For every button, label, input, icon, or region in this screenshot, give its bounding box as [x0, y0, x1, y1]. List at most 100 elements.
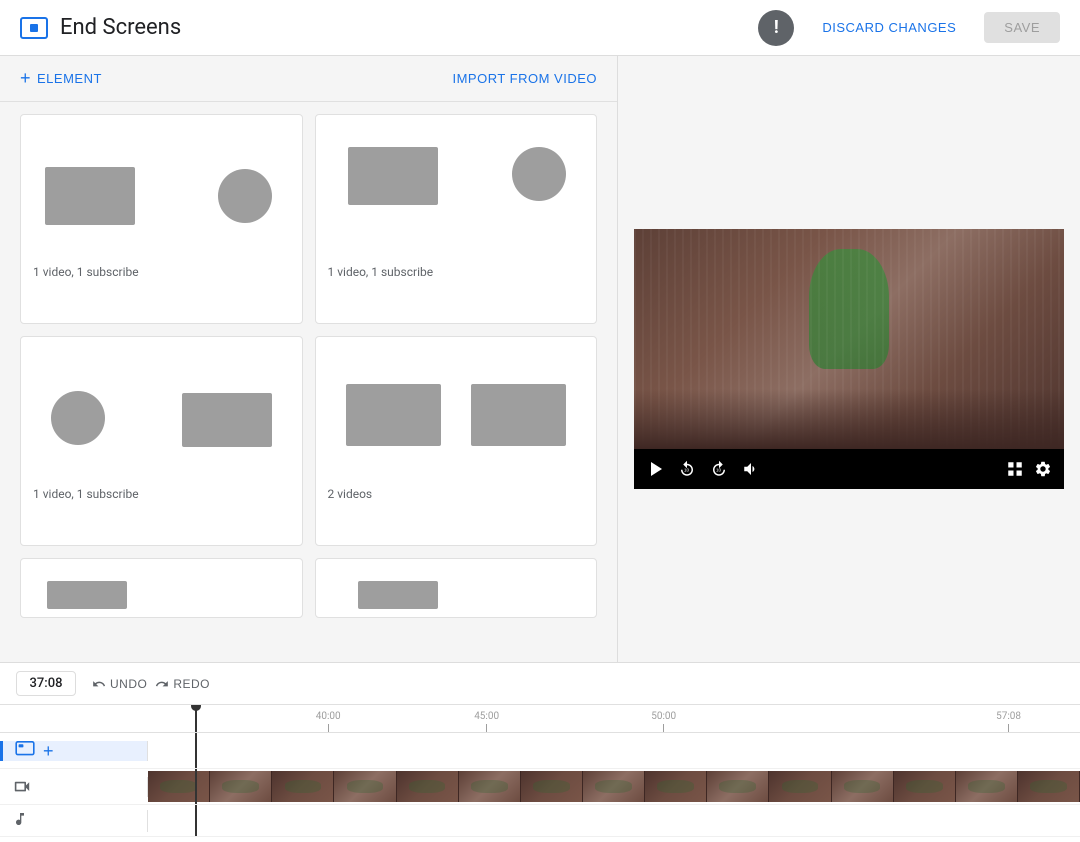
ruler-marks: 40:00 45:00 50:00 57:08	[148, 705, 1080, 732]
ruler-mark-3: 50:00	[651, 711, 676, 732]
ruler-mark-4: 57:08	[996, 711, 1021, 732]
header-right: ! DISCARD CHANGES SAVE	[758, 10, 1060, 46]
template-label-3: 1 video, 1 subscribe	[33, 487, 290, 501]
film-frame-1	[148, 771, 210, 802]
end-screen-track: +	[0, 733, 1080, 769]
audio-track	[0, 805, 1080, 837]
end-screen-track-header: +	[0, 741, 148, 761]
end-screen-add-button[interactable]: +	[43, 742, 54, 760]
film-frame-12	[832, 771, 894, 802]
svg-text:10: 10	[716, 467, 722, 472]
template-shape	[47, 581, 127, 609]
film-frame-3	[272, 771, 334, 802]
main-area: + ELEMENT IMPORT FROM VIDEO 1 video, 1 s…	[0, 56, 1080, 662]
add-element-button[interactable]: + ELEMENT	[20, 68, 102, 89]
volume-button[interactable]	[740, 458, 762, 480]
video-player: 10 10	[634, 229, 1064, 489]
film-frame-4	[334, 771, 396, 802]
audio-track-header	[0, 810, 148, 832]
template-preview-3	[33, 349, 290, 479]
film-frame-7	[521, 771, 583, 802]
import-from-video-button[interactable]: IMPORT FROM VIDEO	[452, 71, 597, 86]
film-frame-15	[1018, 771, 1080, 802]
timeline-section: 37:08 UNDO REDO 40:00 45:00	[0, 662, 1080, 842]
right-panel: 10 10	[618, 56, 1080, 662]
alert-icon: !	[758, 10, 794, 46]
video-controls: 10 10	[634, 449, 1064, 489]
film-frame-6	[459, 771, 521, 802]
ruler-mark-1: 40:00	[316, 711, 341, 732]
end-screens-icon	[20, 17, 48, 39]
redo-button[interactable]: REDO	[155, 677, 210, 691]
video-track-content	[148, 769, 1080, 804]
video-track-playhead	[195, 769, 197, 804]
timeline-tracks: +	[0, 733, 1080, 842]
film-frame-8	[583, 771, 645, 802]
template-subscribe-shape	[512, 147, 566, 201]
template-video-shape	[182, 393, 272, 447]
music-icon	[12, 810, 28, 832]
timeline-toolbar: 37:08 UNDO REDO	[0, 663, 1080, 705]
film-frame-9	[645, 771, 707, 802]
ruler-mark-2: 45:00	[474, 711, 499, 732]
save-button[interactable]: SAVE	[984, 12, 1060, 43]
template-video2-shape	[471, 384, 566, 446]
settings-button[interactable]	[1034, 460, 1052, 478]
undo-button[interactable]: UNDO	[92, 677, 147, 691]
undo-redo-group: UNDO REDO	[92, 677, 210, 691]
template-label-1: 1 video, 1 subscribe	[33, 265, 290, 279]
template-subscribe-shape	[51, 391, 105, 445]
film-frame-10	[707, 771, 769, 802]
template-subscribe-shape	[218, 169, 272, 223]
video-track	[0, 769, 1080, 805]
end-screen-track-content	[148, 733, 1080, 768]
template-video-shape	[45, 167, 135, 225]
camera-icon	[12, 777, 32, 797]
templates-grid: 1 video, 1 subscribe 1 video, 1 subscrib…	[0, 102, 617, 662]
template-card-4[interactable]: 2 videos	[315, 336, 598, 546]
template-preview-5	[33, 571, 290, 618]
playhead[interactable]	[195, 705, 197, 732]
template-preview-4	[328, 349, 585, 479]
audio-track-content	[148, 805, 1080, 836]
panel-toolbar: + ELEMENT IMPORT FROM VIDEO	[0, 56, 617, 102]
film-frame-11	[769, 771, 831, 802]
discard-changes-button[interactable]: DISCARD CHANGES	[810, 12, 968, 43]
end-screen-track-icon	[15, 741, 35, 761]
left-panel: + ELEMENT IMPORT FROM VIDEO 1 video, 1 s…	[0, 56, 618, 662]
template-label-2: 1 video, 1 subscribe	[328, 265, 585, 279]
template-shape	[358, 581, 438, 609]
video-thumbnail	[634, 229, 1064, 449]
grid-button[interactable]	[1006, 460, 1024, 478]
header: End Screens ! DISCARD CHANGES SAVE	[0, 0, 1080, 56]
film-frame-14	[956, 771, 1018, 802]
track-playhead	[195, 733, 197, 768]
template-card-5[interactable]	[20, 558, 303, 618]
film-frame-13	[894, 771, 956, 802]
header-left: End Screens	[20, 15, 181, 40]
play-button[interactable]	[646, 459, 666, 479]
filmstrip	[148, 771, 1080, 802]
template-preview-6	[328, 571, 585, 618]
template-video-shape	[348, 147, 438, 205]
current-time-display: 37:08	[16, 671, 76, 696]
template-label-4: 2 videos	[328, 487, 585, 501]
template-card-1[interactable]: 1 video, 1 subscribe	[20, 114, 303, 324]
template-card-3[interactable]: 1 video, 1 subscribe	[20, 336, 303, 546]
film-frame-5	[397, 771, 459, 802]
film-frame-2	[210, 771, 272, 802]
video-track-header	[0, 777, 148, 797]
template-preview-1	[33, 127, 290, 257]
template-video1-shape	[346, 384, 441, 446]
timeline-ruler: 40:00 45:00 50:00 57:08	[0, 705, 1080, 733]
template-preview-2	[328, 127, 585, 257]
rewind-10-button[interactable]: 10	[676, 458, 698, 480]
template-card-2[interactable]: 1 video, 1 subscribe	[315, 114, 598, 324]
template-card-6[interactable]	[315, 558, 598, 618]
plus-icon: +	[20, 68, 31, 89]
audio-track-playhead	[195, 805, 197, 836]
svg-text:10: 10	[684, 467, 690, 472]
forward-10-button[interactable]: 10	[708, 458, 730, 480]
page-title: End Screens	[60, 15, 181, 40]
scanlines-overlay	[634, 229, 1064, 449]
